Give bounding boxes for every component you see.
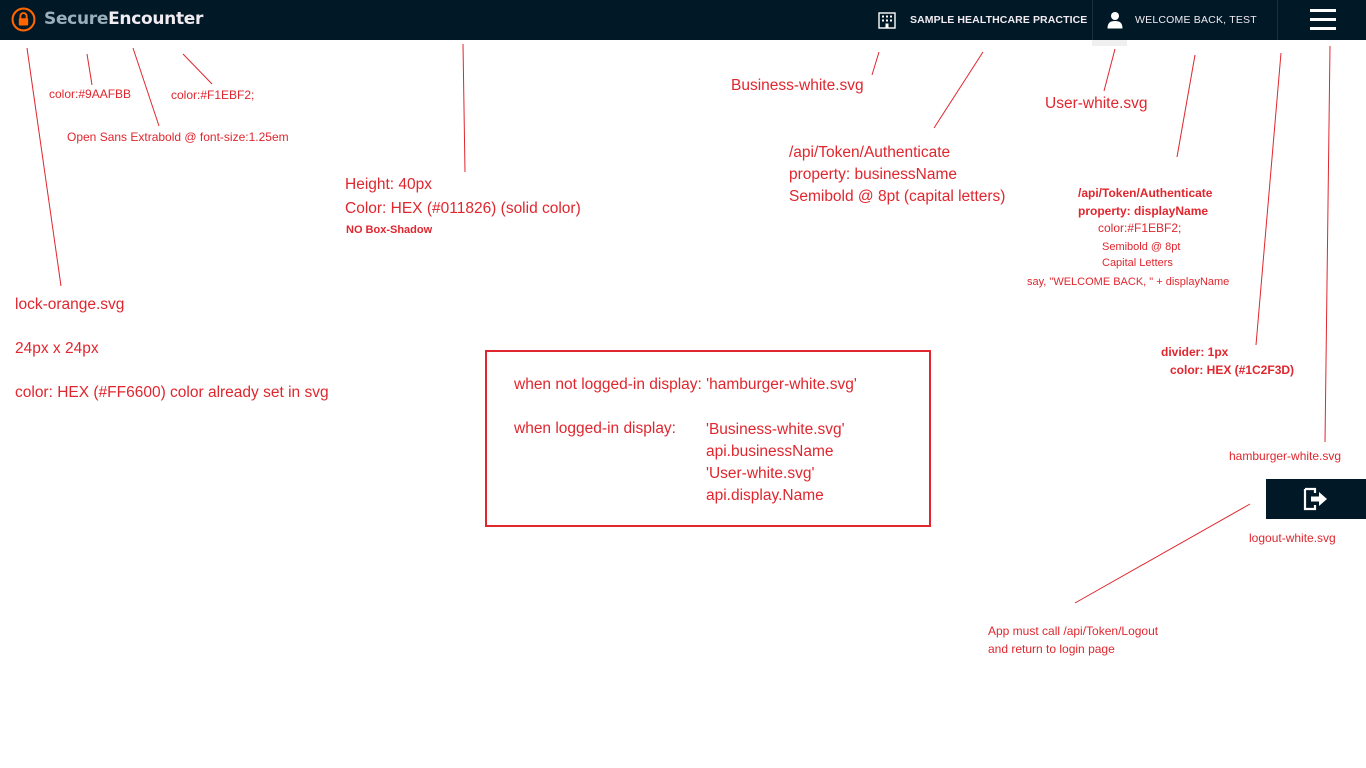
annotation-hamburger-file: hamburger-white.svg [1229,449,1342,463]
annotation-user-caps: Capital Letters [1102,257,1173,269]
callout-item-1: 'Business-white.svg' [706,421,845,438]
divider-right [1277,0,1278,40]
callout-item-2: api.businessName [706,443,834,460]
annotation-lock-file: lock-orange.svg [15,296,125,313]
logo-text-encounter: Encounter [108,9,204,29]
annotation-divider-size: divider: 1px [1161,345,1229,359]
user-area-underline [1092,40,1127,46]
lock-icon [11,7,36,32]
top-navbar: SecureEncounter SAMPLE HEALTHCARE PRACTI… [0,0,1366,40]
annotation-user-color: color:#F1EBF2; [1098,221,1182,235]
building-icon [878,12,896,29]
divider-left [1092,0,1093,40]
app-logo[interactable]: SecureEncounter [11,7,203,32]
annotation-bar-shadow: NO Box-Shadow [346,224,433,236]
annotation-business-font: Semibold @ 8pt (capital letters) [789,188,1006,205]
callout-item-4: api.display.Name [706,487,824,504]
annotation-divider-color: color: HEX (#1C2F3D) [1170,363,1295,377]
annotation-logout-note-1: App must call /api/Token/Logout [988,624,1159,638]
logout-icon [1303,487,1327,511]
annotation-business-prop: property: businessName [789,166,957,183]
welcome-text: WELCOME BACK, TEST [1135,14,1257,26]
annotation-user-api: /api/Token/Authenticate [1078,186,1213,200]
login-state-callout: when not logged-in display: 'hamburger-w… [485,350,931,527]
user-icon [1107,12,1123,29]
annotation-logout-file: logout-white.svg [1249,531,1336,545]
callout-item-3: 'User-white.svg' [706,465,815,482]
annotation-business-api: /api/Token/Authenticate [789,144,951,161]
annotation-logo-font: Open Sans Extrabold @ font-size:1.25em [67,130,289,144]
annotation-user-prop: property: displayName [1078,204,1209,218]
annotation-user-file: User-white.svg [1045,95,1148,112]
logo-wordmark: SecureEncounter [44,7,203,32]
annotation-bar-color: Color: HEX (#011826) (solid color) [345,200,581,217]
annotation-business-file: Business-white.svg [731,77,864,94]
annotation-user-say: say, "WELCOME BACK, " + displayName [1027,276,1230,288]
hamburger-icon[interactable] [1310,9,1336,31]
logo-text-secure: Secure [44,9,109,29]
business-name: SAMPLE HEALTHCARE PRACTICE [910,14,1088,26]
annotation-logout-note-2: and return to login page [988,642,1115,656]
annotation-lock-size: 24px x 24px [15,340,99,357]
annotation-user-font: Semibold @ 8pt [1102,241,1181,253]
user-info: WELCOME BACK, TEST [1107,0,1257,40]
annotation-secure-color: color:#9AAFBB [49,87,132,101]
annotation-bar-height: Height: 40px [345,176,433,193]
logout-button[interactable] [1266,479,1366,519]
callout-logged-in-list: 'Business-white.svg' api.businessName 'U… [706,419,845,507]
annotation-lock-color: color: HEX (#FF6600) color already set i… [15,384,329,401]
annotation-encounter-color: color:#F1EBF2; [171,88,255,102]
callout-not-logged-in: when not logged-in display: 'hamburger-w… [514,376,857,393]
business-info: SAMPLE HEALTHCARE PRACTICE [878,0,1087,40]
callout-logged-in-label: when logged-in display: [514,420,676,437]
